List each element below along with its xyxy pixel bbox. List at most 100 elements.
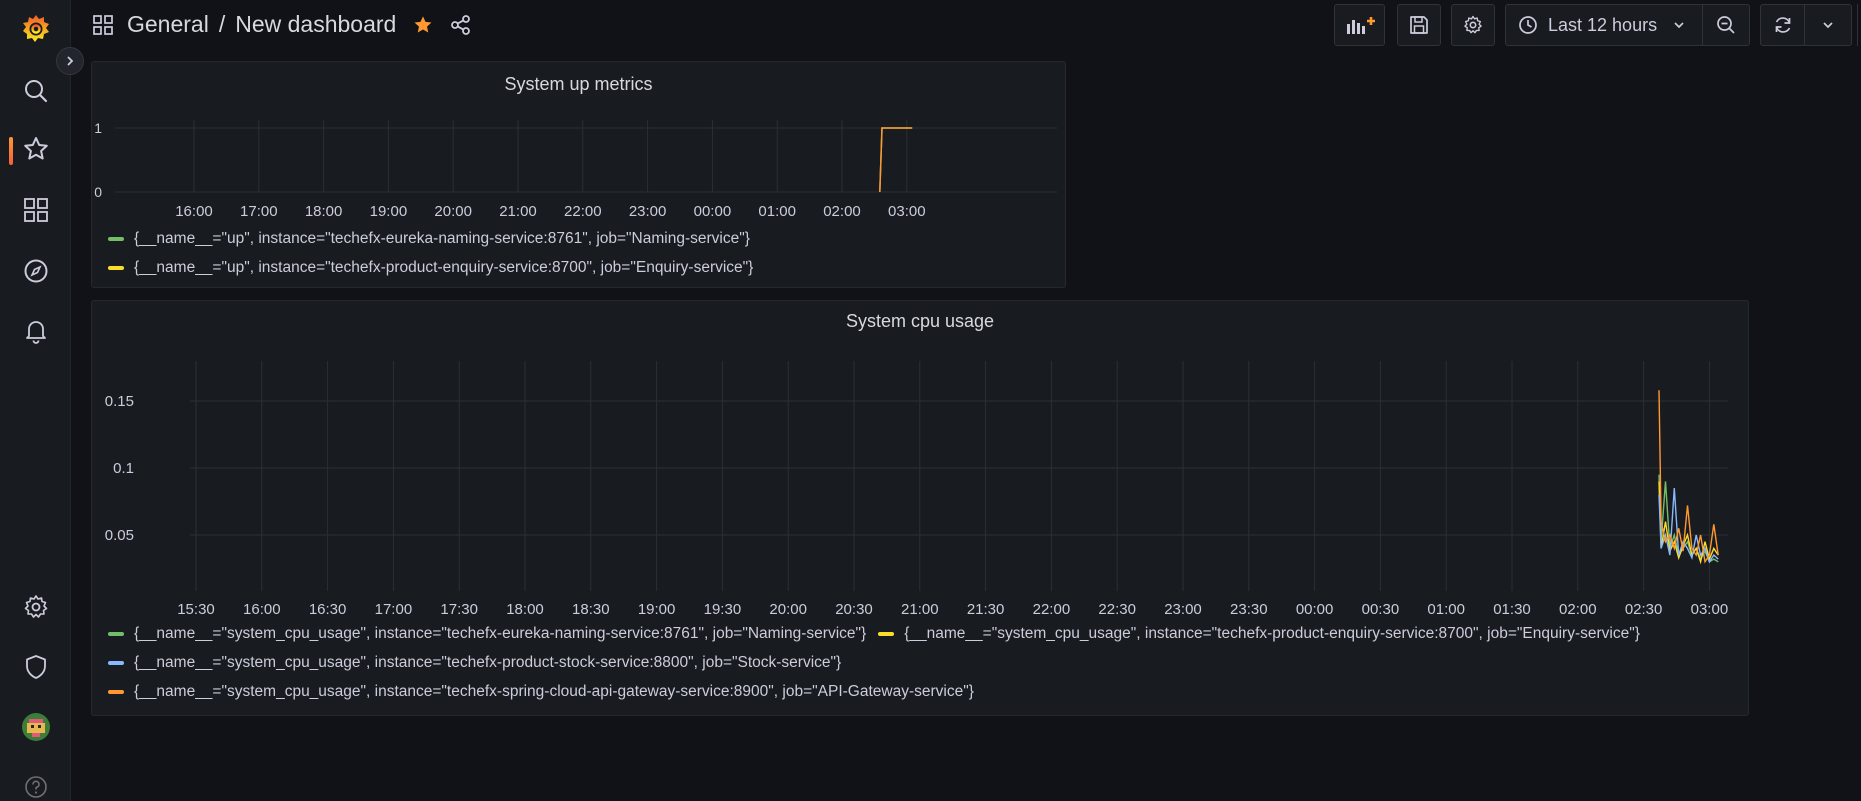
- bell-icon: [25, 321, 46, 344]
- star-icon: [23, 137, 48, 160]
- legend-label: {__name__="system_cpu_usage", instance="…: [134, 683, 974, 700]
- cpu-usage-chart[interactable]: 0.15 0.1 0.05 15:30 16:00 16:30 17:00 17:30 18:0…: [92, 301, 1750, 621]
- star-filled-icon: [414, 15, 432, 32]
- x-tick-label: 01:00: [758, 203, 796, 220]
- x-tick-label: 19:00: [638, 601, 676, 618]
- x-tick-label: 17:00: [375, 601, 413, 618]
- legend-item[interactable]: {__name__="system_cpu_usage", instance="…: [108, 654, 841, 672]
- panel-title[interactable]: System up metrics: [92, 74, 1065, 95]
- x-tick-label: 22:00: [564, 203, 602, 220]
- share-dashboard-button[interactable]: [450, 14, 472, 36]
- zoom-out-button[interactable]: [1703, 5, 1749, 45]
- x-tick-label: 17:00: [240, 203, 278, 220]
- chevron-right-icon: [67, 56, 74, 66]
- x-tick-label: 21:30: [967, 601, 1005, 618]
- time-range-picker[interactable]: Last 12 hours: [1505, 4, 1750, 46]
- x-tick-label: 00:00: [1296, 601, 1334, 618]
- chevron-down-icon: [1823, 22, 1833, 29]
- legend-label: {__name__="system_cpu_usage", instance="…: [134, 654, 842, 671]
- legend-label: {__name__="up", instance="techefx-produc…: [134, 259, 754, 276]
- grafana-logo[interactable]: [0, 4, 71, 54]
- sidebar-item-configuration[interactable]: [0, 582, 71, 632]
- legend-item[interactable]: {__name__="up", instance="techefx-eureka…: [108, 230, 750, 248]
- refresh-interval-dropdown[interactable]: [1805, 5, 1851, 45]
- x-tick-label: 19:00: [370, 203, 408, 220]
- chevron-down-icon: [1674, 22, 1684, 29]
- dashboard-navbar: General / New dashboard Last 12 hours: [71, 0, 1861, 52]
- breadcrumb-separator: /: [218, 11, 226, 37]
- view-mode-button-edge[interactable]: [1857, 4, 1861, 46]
- search-icon: [24, 80, 47, 103]
- legend-label: {__name__="up", instance="techefx-eureka…: [134, 230, 750, 247]
- x-tick-label: 23:00: [629, 203, 667, 220]
- x-tick-label: 01:30: [1493, 601, 1531, 618]
- x-tick-label: 20:30: [835, 601, 873, 618]
- sidebar-item-profile[interactable]: [0, 702, 71, 752]
- dashboards-icon: [23, 198, 48, 222]
- legend-color-swatch: [108, 632, 124, 636]
- x-tick-label: 02:30: [1625, 601, 1663, 618]
- sidebar-item-alerting[interactable]: [0, 306, 71, 356]
- sidebar-item-server-admin[interactable]: [0, 642, 71, 692]
- legend-item[interactable]: {__name__="up", instance="techefx-produc…: [108, 259, 753, 277]
- y-tick-label: 0.1: [113, 460, 134, 477]
- avatar: [21, 713, 50, 741]
- x-tick-label: 18:30: [572, 601, 610, 618]
- legend-color-swatch: [108, 266, 124, 270]
- sidebar-expand-button[interactable]: [56, 47, 84, 75]
- time-range-label: Last 12 hours: [1548, 14, 1658, 35]
- refresh-group: [1760, 4, 1852, 46]
- zoom-out-icon: [1717, 16, 1735, 34]
- y-tick-label: 1: [94, 120, 102, 136]
- dashboard-settings-button[interactable]: [1451, 4, 1495, 46]
- legend-color-swatch: [108, 237, 124, 241]
- x-tick-label: 23:00: [1164, 601, 1202, 618]
- y-tick-label: 0.05: [105, 527, 134, 544]
- breadcrumb: General / New dashboard: [93, 11, 472, 38]
- x-tick-label: 19:30: [704, 601, 742, 618]
- refresh-button[interactable]: [1761, 5, 1805, 45]
- x-tick-label: 21:00: [901, 601, 939, 618]
- legend-item[interactable]: {__name__="system_cpu_usage", instance="…: [108, 625, 1640, 643]
- x-tick-label: 01:00: [1427, 601, 1465, 618]
- x-tick-label: 22:00: [1033, 601, 1071, 618]
- x-tick-label: 23:30: [1230, 601, 1268, 618]
- clock-icon: [1519, 16, 1537, 34]
- add-panel-button[interactable]: [1334, 4, 1385, 46]
- save-icon: [1410, 16, 1428, 34]
- sidebar-item-starred[interactable]: [0, 124, 71, 174]
- panel-system-up-metrics[interactable]: System up metrics 1 0 16:00 17:00 18:00 19:00…: [91, 61, 1066, 288]
- x-tick-label: 20:00: [769, 601, 807, 618]
- breadcrumb-folder-link[interactable]: General: [127, 11, 209, 38]
- series-line: [879, 127, 913, 193]
- y-tick-label: 0: [94, 184, 102, 200]
- sidebar-item-help[interactable]: [0, 762, 71, 801]
- gear-icon: [24, 595, 47, 618]
- x-tick-label: 17:30: [440, 601, 478, 618]
- x-tick-label: 00:00: [694, 203, 732, 220]
- x-tick-label: 02:00: [823, 203, 861, 220]
- compass-icon: [24, 259, 47, 283]
- sidebar-item-dashboards[interactable]: [0, 185, 71, 235]
- refresh-icon: [1775, 17, 1790, 33]
- mark-favorite-button[interactable]: [412, 14, 434, 36]
- x-tick-label: 03:00: [1691, 601, 1729, 618]
- gear-icon: [1464, 15, 1482, 34]
- x-tick-label: 00:30: [1362, 601, 1400, 618]
- x-tick-label: 18:00: [305, 203, 343, 220]
- save-dashboard-button[interactable]: [1397, 4, 1441, 46]
- legend-color-swatch: [108, 661, 124, 665]
- dashboard-title[interactable]: New dashboard: [235, 11, 396, 38]
- x-tick-label: 22:30: [1098, 601, 1136, 618]
- sidebar-item-search[interactable]: [0, 66, 71, 116]
- up-metrics-chart[interactable]: 1 0 16:00 17:00 18:00 19:00 20:00 21:00 22:00 23:…: [92, 112, 1067, 272]
- add-panel-icon: [1346, 17, 1375, 34]
- sidebar-item-explore[interactable]: [0, 246, 71, 296]
- x-tick-label: 16:00: [243, 601, 281, 618]
- help-icon: [24, 776, 47, 798]
- x-tick-label: 21:00: [499, 203, 537, 220]
- grafana-logo-icon: [22, 15, 49, 42]
- x-tick-label: 16:30: [309, 601, 347, 618]
- panel-system-cpu-usage[interactable]: System cpu usage 0.15 0.1 0.05 15:30 16:00 16…: [91, 300, 1749, 716]
- legend-item[interactable]: {__name__="system_cpu_usage", instance="…: [108, 683, 974, 701]
